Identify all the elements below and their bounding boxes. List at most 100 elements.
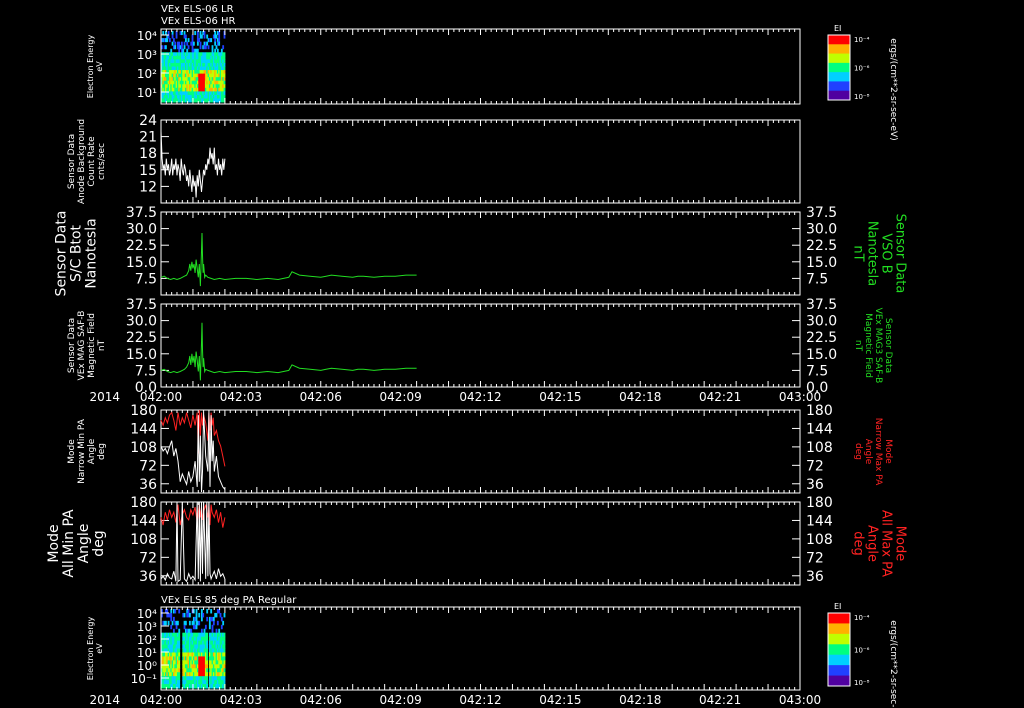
colorbar-segment: [828, 35, 850, 45]
heatmap-cell: [216, 48, 219, 53]
y-axis-label-line: Mode: [46, 524, 62, 562]
heatmap-cell: [204, 45, 207, 50]
y-tick-label-right: 22.5: [806, 330, 837, 346]
x-tick-label: 042:18: [619, 693, 661, 707]
y-tick-label: 180: [130, 495, 157, 511]
heatmap-cell: [178, 632, 181, 638]
heatmap-cell: [183, 624, 186, 630]
heatmap-cell: [174, 609, 177, 614]
y-tick-label-right: 22.5: [806, 238, 837, 254]
panels-group: 10⁴10³10²10¹Electron Energy eVEI10⁻⁴10⁻⁶1…: [46, 24, 908, 708]
y-tick-label: 10³: [137, 48, 157, 62]
x-tick-label: 042:00: [140, 693, 182, 707]
y-axis-label-line: Angle: [76, 524, 92, 564]
heatmap-cell: [178, 668, 181, 673]
y-tick-label: 7.5: [135, 271, 157, 287]
heatmap-cell: [182, 48, 185, 53]
x-tick-label: 042:06: [300, 693, 342, 707]
heatmap-cell: [223, 62, 226, 67]
heatmap-cell: [212, 616, 215, 622]
right-axis-label-line: deg: [853, 443, 863, 460]
x-tick-label: 042:06: [300, 390, 342, 404]
heatmap-cell: [175, 34, 178, 39]
heatmap-cell: [186, 48, 189, 53]
heatmap-cell: [204, 624, 207, 630]
heatmap-cell: [183, 41, 186, 46]
heatmap-cell: [223, 652, 226, 657]
heatmap-cell: [170, 612, 173, 618]
colorbar-tick: 10⁻⁴: [854, 614, 870, 622]
heatmap-cell: [200, 628, 203, 634]
right-axis-label: Sensor DataVEx MAG3 SAF-BMagnetic Fieldn…: [853, 308, 893, 384]
y-tick-label: 22.5: [126, 238, 157, 254]
heatmap-cell: [198, 38, 201, 43]
heatmap-cell: [215, 45, 218, 50]
y-tick-label: 10²: [137, 633, 157, 647]
heatmap-cell: [206, 640, 209, 646]
y-axis-label-line: Count Rate: [87, 136, 97, 187]
series-line-green: [160, 232, 417, 287]
heatmap-cell: [175, 624, 178, 630]
heatmap-cell: [206, 41, 209, 46]
heatmap-cell: [167, 31, 170, 36]
y-tick-label: 72: [139, 458, 157, 474]
heatmap-cell: [178, 609, 181, 614]
y-tick-label-right: 30.0: [806, 314, 837, 330]
series-line-white: [160, 412, 226, 493]
heatmap-cell: [166, 38, 169, 43]
right-axis-label-line: VSO B: [879, 233, 894, 273]
right-axis-label-line: Sensor Data: [893, 214, 908, 294]
heatmap-cell: [164, 45, 167, 50]
x-tick-label: 043:00: [779, 693, 821, 707]
y-tick-label: 10¹: [137, 646, 157, 660]
heatmap-cell: [223, 84, 226, 89]
y-tick-label-right: 30.0: [806, 222, 837, 238]
heatmap-cell: [187, 38, 190, 43]
heatmap-cell: [178, 660, 181, 665]
colorbar-label: EI: [834, 602, 841, 611]
series-line-green: [160, 322, 417, 381]
y-tick-label: 10⁻¹: [131, 672, 158, 686]
y-tick-label: 22.5: [126, 330, 157, 346]
heatmap-cell: [220, 616, 223, 622]
heatmap-cell: [223, 640, 226, 646]
heatmap-cell: [218, 34, 221, 39]
heatmap-cell: [162, 31, 165, 36]
y-tick-label-right: 180: [806, 495, 833, 511]
heatmap-cell: [195, 612, 198, 618]
heatmap-cell: [187, 45, 190, 50]
y-axis-label-line: deg: [91, 530, 107, 556]
heatmap-cell: [212, 620, 215, 626]
heatmap-cell: [223, 668, 226, 673]
x-tick-label: 042:03: [220, 390, 262, 404]
panel-frame: [160, 606, 801, 691]
right-axis-label-line: nT: [851, 245, 866, 261]
heatmap-cell: [223, 648, 226, 653]
y-axis-label-line: VEx MAG SAF-B: [77, 311, 87, 381]
heatmap-cell: [170, 48, 173, 53]
y-tick-label-right: 7.5: [806, 271, 828, 287]
series-line-red: [160, 409, 226, 467]
heatmap-cell: [195, 609, 198, 614]
y-tick-label: 15.0: [126, 255, 157, 271]
heatmap-cell: [184, 38, 187, 43]
heatmap-cell: [178, 664, 181, 669]
colorbar-segment: [828, 613, 850, 624]
heatmap-cell: [172, 616, 175, 622]
y-axis-label: Mode Narrow Min PA Angle deg: [67, 418, 107, 484]
heatmap-cell: [180, 45, 183, 50]
y-tick-label: 72: [139, 550, 157, 566]
heatmap-cell: [223, 77, 226, 82]
heatmap-cell: [196, 34, 199, 39]
heatmap-cell: [223, 55, 226, 60]
y-axis-label-line: Sensor Data: [54, 211, 70, 297]
heatmap-cell: [176, 620, 179, 626]
y-tick-label-right: 15.0: [806, 255, 837, 271]
y-tick-label: 10²: [137, 67, 157, 81]
panel-frame: [160, 119, 801, 204]
y-axis-label: Mode All Min PA Angledeg: [46, 509, 107, 578]
y-tick-label-right: 37.5: [806, 297, 837, 313]
colorbar-unit: ergs/(cm**2-sr-sec-eV): [888, 38, 898, 140]
heatmap-cell: [195, 616, 198, 622]
heatmap-cell: [223, 612, 226, 618]
